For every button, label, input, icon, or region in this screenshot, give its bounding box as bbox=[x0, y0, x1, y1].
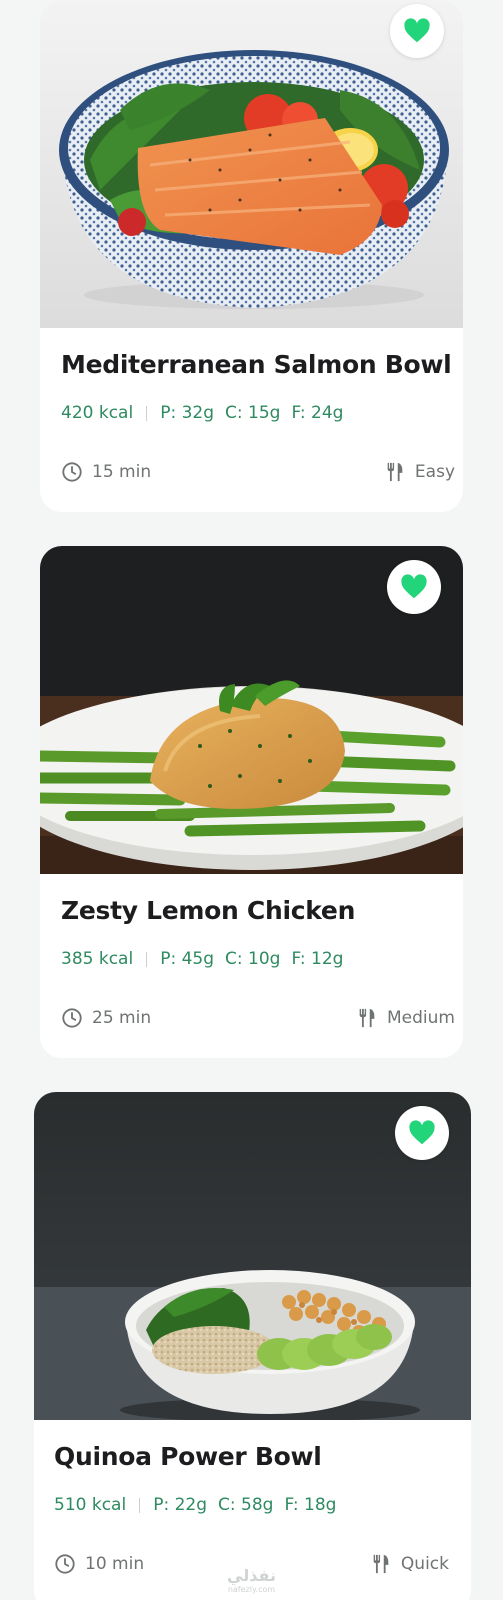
difficulty: Medium bbox=[356, 1007, 455, 1029]
watermark-url: nafezly.com bbox=[227, 1585, 276, 1594]
clock-icon bbox=[62, 462, 82, 482]
utensils-icon bbox=[359, 1008, 375, 1028]
protein-value: P: 32g bbox=[160, 403, 214, 423]
kcal-value: 510 kcal bbox=[54, 1495, 127, 1515]
macro-divider bbox=[146, 405, 148, 421]
recipe-card-chicken[interactable]: Zesty Lemon Chicken 385 kcal P: 45g C: 1… bbox=[40, 546, 463, 1058]
carbs-value: C: 15g bbox=[225, 403, 281, 423]
macro-line: 385 kcal P: 45g C: 10g F: 12g bbox=[61, 949, 343, 969]
heart-icon bbox=[404, 18, 430, 43]
favorite-button[interactable] bbox=[387, 560, 441, 614]
recipe-title: Quinoa Power Bowl bbox=[54, 1442, 322, 1471]
heart-icon bbox=[409, 1120, 435, 1145]
recipe-card-salmon[interactable]: Mediterranean Salmon Bowl 420 kcal P: 32… bbox=[40, 0, 463, 512]
utensils-icon bbox=[387, 462, 403, 482]
fat-value: F: 12g bbox=[291, 949, 344, 969]
clock-icon bbox=[62, 1008, 82, 1028]
recipe-title: Mediterranean Salmon Bowl bbox=[61, 350, 452, 379]
carbs-value: C: 10g bbox=[225, 949, 281, 969]
difficulty-label: Medium bbox=[387, 1008, 455, 1028]
heart-icon bbox=[401, 574, 427, 599]
protein-value: P: 45g bbox=[160, 949, 214, 969]
prep-time-label: 15 min bbox=[92, 462, 152, 482]
watermark: نفذلي nafezly.com bbox=[0, 1568, 503, 1594]
prep-time: 25 min bbox=[61, 1007, 151, 1029]
favorite-button[interactable] bbox=[390, 4, 444, 58]
macro-line: 510 kcal P: 22g C: 58g F: 18g bbox=[54, 1495, 336, 1515]
carbs-value: C: 58g bbox=[218, 1495, 274, 1515]
prep-time: 15 min bbox=[61, 461, 151, 483]
protein-value: P: 22g bbox=[153, 1495, 207, 1515]
prep-time-label: 25 min bbox=[92, 1008, 152, 1028]
watermark-text: نفذلي bbox=[227, 1566, 276, 1585]
recipe-title: Zesty Lemon Chicken bbox=[61, 896, 356, 925]
kcal-value: 385 kcal bbox=[61, 949, 134, 969]
fat-value: F: 24g bbox=[291, 403, 344, 423]
macro-divider bbox=[139, 1497, 141, 1513]
macro-line: 420 kcal P: 32g C: 15g F: 24g bbox=[61, 403, 343, 423]
fat-value: F: 18g bbox=[284, 1495, 337, 1515]
difficulty-label: Easy bbox=[414, 462, 455, 482]
difficulty: Easy bbox=[384, 461, 455, 483]
kcal-value: 420 kcal bbox=[61, 403, 134, 423]
recipe-card-quinoa[interactable]: Quinoa Power Bowl 510 kcal P: 22g C: 58g… bbox=[34, 1092, 471, 1600]
favorite-button[interactable] bbox=[395, 1106, 449, 1160]
macro-divider bbox=[146, 951, 148, 967]
